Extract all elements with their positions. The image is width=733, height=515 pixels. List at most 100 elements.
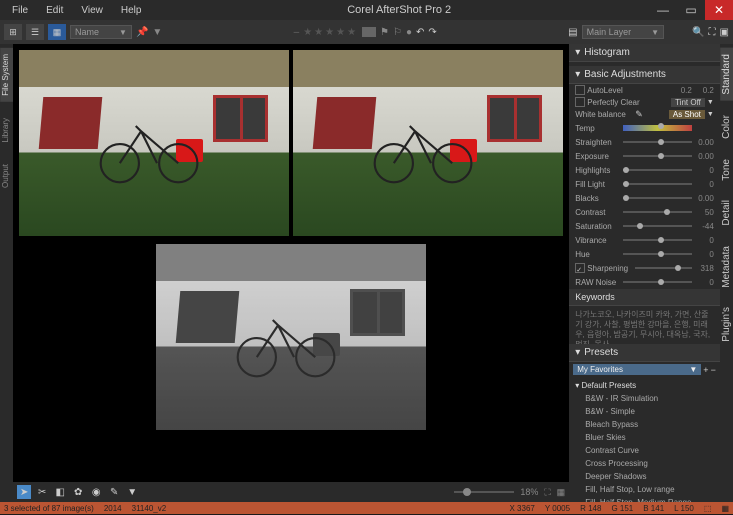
adjust-label: RAW Noise	[575, 278, 623, 287]
clear-rating[interactable]: –	[294, 27, 300, 38]
redeye-tool[interactable]: ◉	[89, 485, 103, 499]
pin-icon[interactable]: 📌	[136, 27, 148, 38]
fullscreen-icon[interactable]: ▣	[720, 27, 729, 38]
heal-tool[interactable]: ✿	[71, 485, 85, 499]
eyedropper-icon[interactable]: ✎	[635, 109, 643, 120]
chevron-down-icon[interactable]: ▼	[707, 111, 714, 118]
tab-color[interactable]: Color	[720, 109, 733, 145]
expand-icon[interactable]: ⛶	[709, 27, 716, 38]
status-b: B 141	[643, 504, 664, 513]
menu-edit[interactable]: Edit	[38, 3, 71, 18]
adjust-slider[interactable]	[623, 197, 692, 199]
preset-folder[interactable]: ▾ Default Presets	[575, 379, 716, 392]
remove-preset-button[interactable]: −	[711, 365, 716, 375]
sort-dropdown[interactable]: Name ▼	[70, 25, 132, 39]
temp-slider[interactable]	[623, 125, 692, 131]
crop-tool[interactable]: ✂	[35, 485, 49, 499]
image-thumbnail[interactable]	[156, 244, 426, 430]
tab-output[interactable]: Output	[0, 158, 13, 194]
adjust-slider[interactable]	[623, 183, 692, 185]
status-icon[interactable]: ⬚	[704, 504, 712, 513]
fit-icon[interactable]: ⛶	[544, 487, 550, 498]
tab-detail[interactable]: Detail	[720, 194, 733, 232]
tab-standard[interactable]: Standard	[720, 48, 733, 101]
adjust-label: Sharpening	[587, 264, 635, 273]
filter-icon[interactable]: ▼	[152, 27, 162, 38]
perfectlyclear-value[interactable]: Tint Off	[671, 98, 705, 107]
add-preset-button[interactable]: +	[703, 365, 708, 375]
preset-item[interactable]: Fill, Half Stop, Low range	[585, 483, 716, 496]
basic-adjustments-header[interactable]: ▾ Basic Adjustments	[569, 66, 720, 84]
preset-item[interactable]: B&W - IR Simulation	[585, 392, 716, 405]
flag-pick-icon[interactable]: ⚑	[380, 27, 389, 38]
grid-view-icon[interactable]: ⊞	[4, 24, 22, 40]
preset-item[interactable]: Bleach Bypass	[585, 418, 716, 431]
single-view-icon[interactable]: ▦	[48, 24, 66, 40]
tag-icon[interactable]: ●	[406, 27, 412, 38]
actual-size-icon[interactable]: ▦	[557, 487, 566, 498]
whitebalance-value[interactable]: As Shot	[669, 110, 705, 119]
adjust-label: Fill Light	[575, 180, 623, 189]
preset-item[interactable]: Cross Processing	[585, 457, 716, 470]
adjust-slider[interactable]	[623, 141, 692, 143]
presets-title: Presets	[584, 347, 618, 358]
dropdown-icon[interactable]: ▼	[125, 485, 139, 499]
maximize-button[interactable]: ▭	[677, 0, 705, 20]
preset-item[interactable]: B&W - Simple	[585, 405, 716, 418]
keywords-content[interactable]: 나가노코오, 나카이즈미 카와, 가면, 산줄기 강가, 사찰, 평범한 강마을…	[569, 306, 720, 344]
minimize-button[interactable]: —	[649, 0, 677, 20]
image-thumbnail[interactable]	[293, 50, 563, 236]
main-toolbar: ⊞ ☰ ▦ Name ▼ 📌 ▼ – ★★★★★ ⚑ ⚐ ● ↶ ↷ ▤ Mai…	[0, 20, 733, 44]
layers-icon[interactable]: ▤	[568, 27, 577, 38]
preset-item[interactable]: Deeper Shadows	[585, 470, 716, 483]
close-button[interactable]: ✕	[705, 0, 733, 20]
status-icon-2[interactable]: ▦	[721, 504, 729, 513]
adjust-slider[interactable]	[623, 225, 692, 227]
preset-item[interactable]: Contrast Curve	[585, 444, 716, 457]
adjust-slider[interactable]	[635, 267, 692, 269]
image-thumbnail[interactable]	[19, 50, 289, 236]
tab-plugins[interactable]: Plugin's	[720, 301, 733, 348]
split-view-icon[interactable]: ☰	[26, 24, 44, 40]
redo-icon[interactable]: ↷	[428, 27, 436, 38]
adjust-slider[interactable]	[623, 239, 692, 241]
adjust-slider[interactable]	[623, 253, 692, 255]
adjust-slider[interactable]	[623, 155, 692, 157]
star-rating[interactable]: ★★★★★	[303, 27, 358, 38]
layer-dropdown[interactable]: Main Layer ▼	[582, 25, 664, 39]
presets-dropdown[interactable]: My Favorites ▼	[573, 364, 701, 375]
flag-reject-icon[interactable]: ⚐	[393, 27, 402, 38]
preset-item[interactable]: Fill, Half Stop, Medium Range	[585, 496, 716, 502]
histogram-header[interactable]: ▾ Histogram	[569, 44, 720, 62]
rotate-tool[interactable]: ◧	[53, 485, 67, 499]
zoom-slider[interactable]	[454, 491, 514, 493]
brush-tool[interactable]: ✎	[107, 485, 121, 499]
presets-header[interactable]: ▾ Presets	[569, 344, 720, 362]
perfectlyclear-checkbox[interactable]	[575, 97, 585, 107]
adjust-label: Temp	[575, 124, 623, 133]
menu-help[interactable]: Help	[113, 3, 150, 18]
status-l: L 150	[674, 504, 694, 513]
tab-library[interactable]: Library	[0, 112, 13, 148]
adjust-checkbox[interactable]	[575, 263, 585, 273]
chevron-down-icon[interactable]: ▼	[707, 99, 714, 106]
adjust-value: 0	[692, 236, 714, 245]
adjust-slider[interactable]	[623, 281, 692, 283]
tab-tone[interactable]: Tone	[720, 153, 733, 187]
adjust-value: 0.00	[692, 152, 714, 161]
autolevel-value-2: 0.2	[692, 86, 714, 95]
tab-metadata[interactable]: Metadata	[720, 240, 733, 294]
menu-file[interactable]: File	[4, 3, 36, 18]
menu-view[interactable]: View	[73, 3, 111, 18]
autolevel-checkbox[interactable]	[575, 85, 585, 95]
perfectlyclear-label: Perfectly Clear	[587, 98, 647, 107]
adjust-value: 0	[692, 166, 714, 175]
search-icon[interactable]: 🔍	[692, 27, 704, 38]
undo-icon[interactable]: ↶	[416, 27, 424, 38]
adjust-slider[interactable]	[623, 169, 692, 171]
pointer-tool[interactable]: ➤	[17, 485, 31, 499]
tab-file-system[interactable]: File System	[0, 48, 13, 102]
preset-item[interactable]: Bluer Skies	[585, 431, 716, 444]
color-label[interactable]	[362, 27, 376, 37]
adjust-slider[interactable]	[623, 211, 692, 213]
